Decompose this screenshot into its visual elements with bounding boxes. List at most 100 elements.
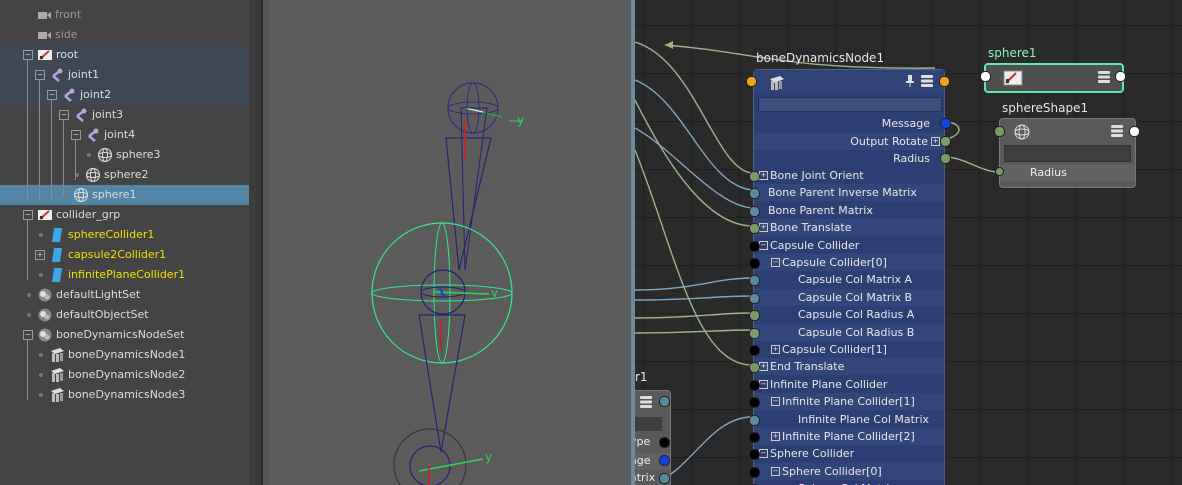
expand-icon[interactable]: + bbox=[931, 136, 940, 146]
output-attr[interactable]: Output Rotate + bbox=[754, 132, 944, 150]
input-port[interactable] bbox=[749, 397, 760, 409]
input-attr[interactable]: + Bone Joint Orient bbox=[754, 167, 944, 184]
collapse-icon[interactable]: − bbox=[23, 210, 33, 220]
input-port[interactable] bbox=[749, 432, 760, 443]
collapse-icon[interactable]: − bbox=[771, 397, 780, 407]
input-attr[interactable]: Infinite Plane Col Matrix bbox=[754, 411, 944, 428]
input-attr[interactable]: Capsule Col Radius B bbox=[754, 323, 944, 341]
input-attr[interactable]: − Infinite Plane Collider bbox=[754, 376, 944, 393]
input-port[interactable] bbox=[749, 205, 760, 217]
attribute-display-icon[interactable] bbox=[1097, 70, 1111, 84]
node-input-port[interactable] bbox=[746, 76, 757, 87]
input-attr[interactable]: + End Translate bbox=[754, 358, 944, 376]
output-attr[interactable]: Message bbox=[754, 115, 944, 132]
input-attr[interactable]: − Capsule Collider bbox=[754, 237, 944, 254]
outliner-item-root[interactable]: − root bbox=[0, 45, 249, 65]
input-attr[interactable]: − Sphere Collider[0] bbox=[754, 462, 944, 480]
outliner-item-capsule2Collider1[interactable]: + capsule2Collider1 bbox=[0, 245, 249, 265]
input-attr[interactable]: Capsule Col Matrix B bbox=[754, 288, 944, 306]
collapse-icon[interactable]: − bbox=[71, 130, 81, 140]
collapse-icon[interactable]: − bbox=[759, 449, 768, 459]
sphere1-input-port[interactable] bbox=[980, 71, 991, 82]
outliner-item-joint2[interactable]: − joint2 bbox=[0, 85, 249, 105]
input-attr[interactable]: Capsule Col Matrix A bbox=[754, 271, 944, 288]
expand-icon[interactable]: + bbox=[759, 171, 768, 180]
input-port[interactable] bbox=[749, 171, 760, 182]
input-attr[interactable]: Sphere Col Matrix bbox=[754, 480, 944, 485]
partial-port-1[interactable] bbox=[659, 437, 670, 448]
input-attr[interactable]: Capsule Col Radius A bbox=[754, 306, 944, 323]
pin-icon[interactable] bbox=[904, 74, 916, 88]
expand-icon[interactable]: + bbox=[35, 250, 45, 260]
partial-node-port[interactable] bbox=[659, 396, 670, 407]
outliner-item-front[interactable]: front bbox=[0, 5, 249, 25]
node-name-field[interactable] bbox=[1004, 145, 1131, 162]
node-header[interactable] bbox=[754, 70, 944, 94]
outliner-item-collider_grp[interactable]: − collider_grp bbox=[0, 205, 249, 225]
outliner-item-side[interactable]: side bbox=[0, 25, 249, 45]
sphere1-node[interactable] bbox=[984, 63, 1124, 93]
panel-splitter[interactable] bbox=[249, 0, 269, 485]
input-port[interactable] bbox=[749, 327, 760, 339]
collapse-icon[interactable]: − bbox=[47, 90, 57, 100]
collapse-icon[interactable]: − bbox=[59, 110, 69, 120]
input-port[interactable] bbox=[749, 292, 760, 304]
collapse-icon[interactable]: − bbox=[759, 379, 768, 389]
output-port[interactable] bbox=[940, 118, 951, 129]
input-port[interactable] bbox=[749, 414, 760, 426]
outliner-item-sphere1[interactable]: sphere1 bbox=[0, 185, 249, 205]
outliner-item-defaultObjectSet[interactable]: defaultObjectSet bbox=[0, 305, 249, 325]
joint-sphere-lower[interactable] bbox=[393, 428, 467, 485]
attribute-display-icon[interactable] bbox=[1110, 124, 1124, 138]
expand-icon[interactable]: + bbox=[771, 345, 780, 354]
input-port[interactable] bbox=[749, 310, 760, 322]
sphere-shape-output-port[interactable] bbox=[1129, 126, 1140, 137]
sphere-shape-input-port[interactable] bbox=[994, 126, 1005, 137]
node-name-field[interactable] bbox=[758, 97, 942, 112]
outliner-item-boneDynamicsNode1[interactable]: boneDynamicsNode1 bbox=[0, 345, 249, 365]
collapse-icon[interactable]: − bbox=[759, 240, 768, 250]
input-port[interactable] bbox=[749, 223, 760, 235]
outliner-item-defaultLightSet[interactable]: defaultLightSet bbox=[0, 285, 249, 305]
sphere1-output-port[interactable] bbox=[1115, 71, 1126, 82]
radius-input-port[interactable] bbox=[995, 167, 1004, 176]
outliner-item-sphere3[interactable]: sphere3 bbox=[0, 145, 249, 165]
collapse-icon[interactable]: − bbox=[771, 466, 780, 476]
input-port[interactable] bbox=[749, 345, 760, 356]
collapse-icon[interactable]: − bbox=[23, 330, 33, 340]
partial-port-2[interactable] bbox=[659, 455, 670, 466]
output-port[interactable] bbox=[940, 153, 951, 164]
bone-dynamics-node[interactable]: Message Output Rotate + Radius + Bone Joint O… bbox=[749, 69, 951, 485]
sphere-shape-node[interactable]: Radius bbox=[999, 118, 1136, 188]
partial-port-3[interactable] bbox=[659, 473, 670, 484]
viewport-3d[interactable]: y y y bbox=[269, 0, 631, 485]
outliner-item-joint1[interactable]: − joint1 bbox=[0, 65, 249, 85]
input-attr[interactable]: − Infinite Plane Collider[1] bbox=[754, 393, 944, 411]
expand-icon[interactable]: + bbox=[771, 432, 780, 441]
outliner-item-boneDynamicsNodeSet[interactable]: − boneDynamicsNodeSet bbox=[0, 325, 249, 345]
outliner-item-joint3[interactable]: − joint3 bbox=[0, 105, 249, 125]
expand-icon[interactable]: + bbox=[759, 223, 768, 233]
expand-icon[interactable]: + bbox=[759, 362, 768, 372]
input-port[interactable] bbox=[749, 466, 760, 478]
node-editor[interactable]: boneDynamicsNode1 Message Output Rotate + R… bbox=[635, 0, 1182, 485]
outliner-item-sphereCollider1[interactable]: sphereCollider1 bbox=[0, 225, 249, 245]
collapse-icon[interactable]: − bbox=[23, 50, 33, 60]
output-port[interactable] bbox=[940, 135, 951, 147]
node-output-port[interactable] bbox=[939, 76, 950, 87]
input-port[interactable] bbox=[749, 240, 760, 252]
attribute-display-icon[interactable] bbox=[920, 74, 934, 88]
input-attr[interactable]: + Infinite Plane Collider[2] bbox=[754, 428, 944, 445]
input-port[interactable] bbox=[749, 379, 760, 391]
input-port[interactable] bbox=[749, 258, 760, 269]
input-attr[interactable]: Bone Parent Inverse Matrix bbox=[754, 184, 944, 202]
output-attr[interactable]: Radius bbox=[754, 150, 944, 167]
input-attr[interactable]: Bone Parent Matrix bbox=[754, 202, 944, 219]
attribute-display-icon[interactable] bbox=[639, 395, 653, 409]
collapse-icon[interactable]: − bbox=[35, 70, 45, 80]
outliner-item-boneDynamicsNode3[interactable]: boneDynamicsNode3 bbox=[0, 385, 249, 405]
outliner-item-boneDynamicsNode2[interactable]: boneDynamicsNode2 bbox=[0, 365, 249, 385]
outliner-item-joint4[interactable]: − joint4 bbox=[0, 125, 249, 145]
outliner-item-sphere2[interactable]: sphere2 bbox=[0, 165, 249, 185]
input-attr[interactable]: + Capsule Collider[1] bbox=[754, 341, 944, 358]
